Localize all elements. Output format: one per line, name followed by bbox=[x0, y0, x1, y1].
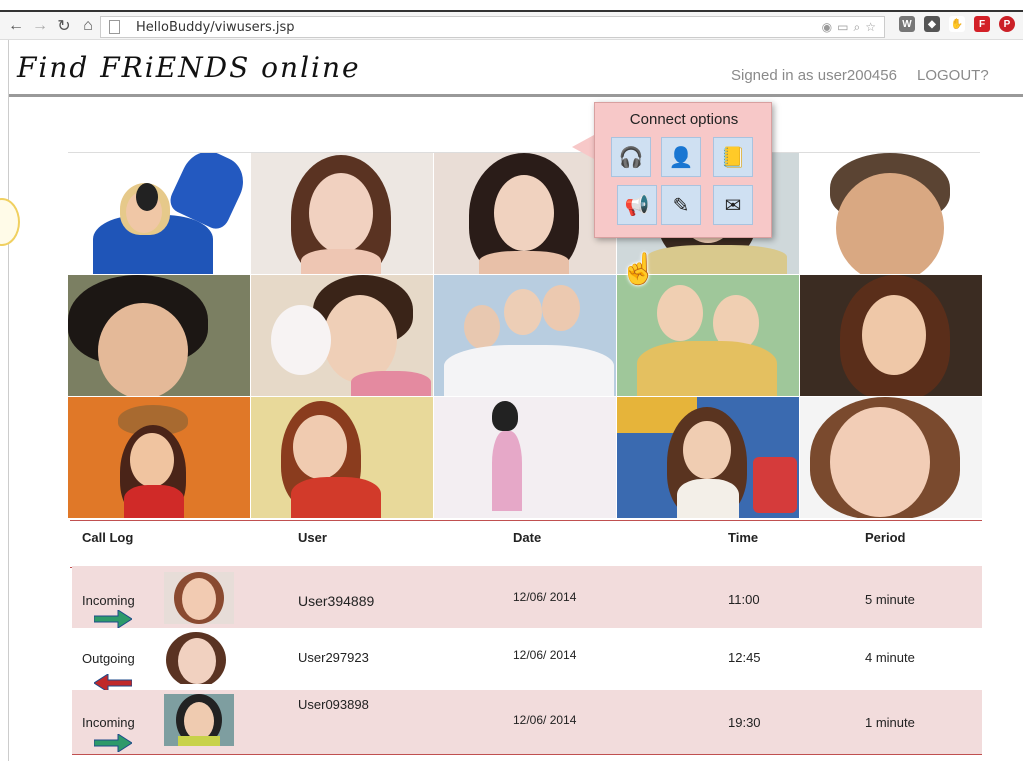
zoom-icon[interactable]: ⌕ bbox=[854, 20, 861, 35]
friend-photo[interactable] bbox=[617, 275, 799, 396]
call-log-column-header[interactable]: Call Log bbox=[82, 530, 133, 545]
friend-photo[interactable] bbox=[434, 153, 616, 274]
friend-photo[interactable] bbox=[800, 153, 982, 274]
friend-photo[interactable] bbox=[800, 397, 982, 518]
friend-photo[interactable] bbox=[434, 275, 616, 396]
flipboard-icon[interactable]: F bbox=[974, 16, 990, 32]
date-column-header[interactable]: Date bbox=[513, 530, 541, 545]
call-direction: Incoming bbox=[82, 715, 135, 730]
incoming-arrow-icon bbox=[94, 610, 132, 628]
url-text: HelloBuddy/viwusers.jsp bbox=[136, 19, 295, 35]
page-left-border bbox=[8, 40, 9, 761]
incoming-arrow-icon bbox=[94, 734, 132, 752]
address-book-icon[interactable]: 📒 bbox=[713, 137, 753, 177]
table-bottom-border bbox=[72, 754, 982, 755]
page-icon bbox=[109, 20, 120, 34]
pinterest-icon[interactable]: P bbox=[999, 16, 1015, 32]
call-period: 5 minute bbox=[865, 592, 915, 607]
hand-icon[interactable]: ✋ bbox=[949, 16, 965, 32]
headphones-icon[interactable]: 🎧 bbox=[611, 137, 651, 177]
extension-icons: W ◆ ✋ F P bbox=[899, 16, 1015, 32]
call-direction: Outgoing bbox=[82, 651, 135, 666]
friend-photo[interactable] bbox=[617, 397, 799, 518]
phone-mail-icon[interactable]: ✉ bbox=[713, 185, 753, 225]
browser-toolbar: ← → ↻ ⌂ HelloBuddy/viwusers.jsp ◉ ▭ ⌕ ☆ … bbox=[0, 12, 1023, 40]
forward-arrow-icon[interactable]: → bbox=[32, 17, 48, 35]
call-time: 12:45 bbox=[728, 650, 761, 665]
back-arrow-icon[interactable]: ← bbox=[8, 17, 24, 35]
site-header: Find FRiENDS online Signed in as user200… bbox=[9, 41, 1023, 97]
call-log-header: Call Log User Date Time Period bbox=[70, 520, 982, 568]
screen-icon[interactable]: ▭ bbox=[837, 20, 848, 35]
call-date: 12/06/ 2014 bbox=[513, 590, 577, 604]
friend-photo[interactable] bbox=[251, 397, 433, 518]
user-id[interactable]: User093898 bbox=[298, 697, 369, 712]
call-date: 12/06/ 2014 bbox=[513, 713, 577, 727]
period-column-header[interactable]: Period bbox=[865, 530, 905, 545]
bookmark-star-icon[interactable]: ☆ bbox=[865, 20, 876, 35]
friend-photo[interactable] bbox=[251, 275, 433, 396]
hand-cursor-icon: ☝ bbox=[620, 253, 658, 286]
friends-photo-grid bbox=[68, 152, 982, 518]
user-column-header[interactable]: User bbox=[298, 530, 327, 545]
home-icon[interactable]: ⌂ bbox=[80, 17, 96, 35]
url-tools: ◉ ▭ ⌕ ☆ bbox=[822, 20, 876, 35]
signed-in-text: Signed in as user200456 bbox=[731, 67, 897, 84]
user-thumbnail[interactable] bbox=[158, 632, 228, 684]
friend-photo[interactable] bbox=[68, 397, 250, 518]
megaphone-icon[interactable]: 📢 bbox=[617, 185, 657, 225]
user-thumbnail[interactable] bbox=[164, 694, 234, 746]
call-date: 12/06/ 2014 bbox=[513, 648, 577, 662]
friend-photo[interactable] bbox=[68, 153, 250, 274]
friend-photo[interactable] bbox=[68, 275, 250, 396]
call-direction: Incoming bbox=[82, 593, 135, 608]
time-column-header[interactable]: Time bbox=[728, 530, 758, 545]
wordpress-icon[interactable]: W bbox=[899, 16, 915, 32]
popup-pointer bbox=[572, 135, 594, 159]
user-id[interactable]: User297923 bbox=[298, 650, 369, 665]
location-icon[interactable]: ◉ bbox=[822, 20, 832, 35]
call-time: 11:00 bbox=[728, 592, 760, 607]
logout-link[interactable]: LOGOUT? bbox=[917, 67, 989, 84]
diamond-icon[interactable]: ◆ bbox=[924, 16, 940, 32]
friend-photo[interactable] bbox=[251, 153, 433, 274]
call-time: 19:30 bbox=[728, 715, 761, 730]
user-card-icon[interactable]: 👤 bbox=[661, 137, 701, 177]
side-bubble bbox=[0, 198, 20, 246]
call-period: 4 minute bbox=[865, 650, 915, 665]
table-row[interactable]: Incoming User394889 12/06/ 2014 11:00 5 … bbox=[72, 566, 982, 628]
table-row[interactable]: Incoming User093898 12/06/ 2014 19:30 1 … bbox=[72, 690, 982, 754]
table-row[interactable]: Outgoing User297923 12/06/ 2014 12:45 4 … bbox=[72, 628, 982, 692]
call-period: 1 minute bbox=[865, 715, 915, 730]
friend-photo[interactable] bbox=[800, 275, 982, 396]
user-thumbnail[interactable] bbox=[164, 572, 234, 624]
site-logo[interactable]: Find FRiENDS online bbox=[17, 51, 361, 84]
connect-options-popup: Connect options 🎧 👤 📒 📢 ✎ ✉ bbox=[594, 102, 772, 238]
address-bar[interactable]: HelloBuddy/viwusers.jsp ◉ ▭ ⌕ ☆ bbox=[100, 16, 885, 38]
user-id[interactable]: User394889 bbox=[298, 593, 374, 609]
connect-options-title: Connect options bbox=[629, 111, 739, 128]
friend-photo[interactable] bbox=[434, 397, 616, 518]
pen-icon[interactable]: ✎ bbox=[661, 185, 701, 225]
reload-icon[interactable]: ↻ bbox=[56, 16, 72, 36]
